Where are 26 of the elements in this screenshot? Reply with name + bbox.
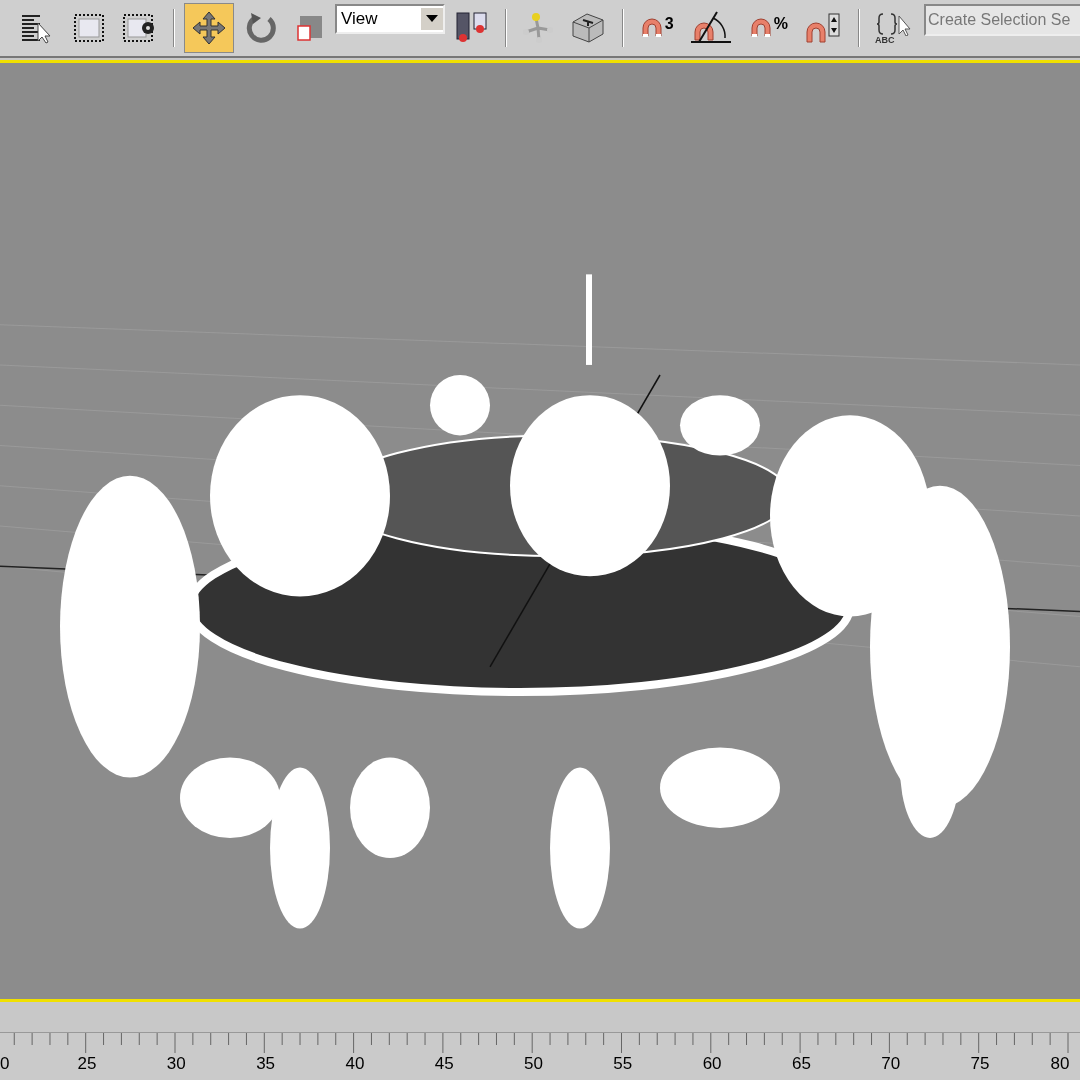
- frame-number: 65: [791, 1055, 811, 1072]
- frame-number: 35: [256, 1055, 276, 1072]
- frame-number: 50: [524, 1055, 543, 1072]
- reference-coordinate-dropdown[interactable]: View: [335, 4, 445, 34]
- magnet-angle-icon: [688, 10, 733, 46]
- frame-number: 45: [434, 1055, 454, 1072]
- frame-number: 40: [345, 1055, 365, 1072]
- snap-tool-button[interactable]: 3: [632, 3, 680, 53]
- snap-tool-button[interactable]: %: [741, 3, 794, 53]
- frame-number: 60: [702, 1055, 722, 1072]
- frame-number: 0: [0, 1055, 10, 1072]
- frame-number: 80: [1050, 1055, 1070, 1072]
- abc-label: ABC: [875, 35, 895, 45]
- named-selection-tool-button[interactable]: ABC: [869, 3, 921, 53]
- frame-number: 55: [613, 1055, 633, 1072]
- frame-number: 25: [77, 1055, 97, 1072]
- frame-number: 70: [881, 1055, 901, 1072]
- move-tool-button[interactable]: [184, 3, 234, 53]
- frame-number: 75: [970, 1055, 990, 1072]
- magnet-spinner-icon: [803, 10, 843, 46]
- snap-label: %: [773, 16, 788, 32]
- selection-set-field[interactable]: Create Selection Se: [924, 4, 1080, 36]
- four-arrows-icon: [191, 10, 227, 46]
- frame-number: 30: [166, 1055, 186, 1072]
- dotted-square-icon: [71, 11, 107, 45]
- snap-label: 3: [664, 16, 674, 32]
